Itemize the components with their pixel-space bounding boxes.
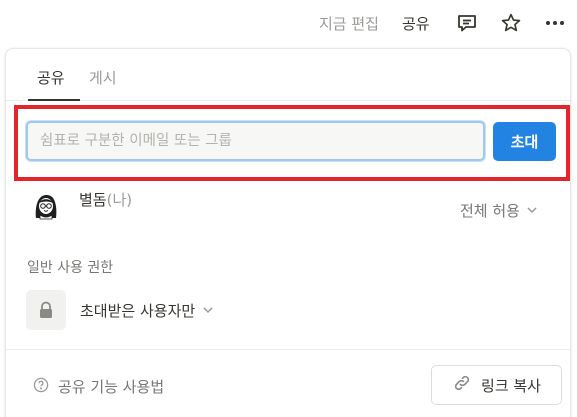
chevron-down-icon — [202, 302, 214, 320]
member-name: 별돔(나) — [79, 189, 132, 210]
more-icon[interactable] — [543, 11, 567, 35]
share-menu-button[interactable]: 공유 — [402, 13, 430, 34]
tab-publish[interactable]: 게시 — [89, 67, 117, 88]
active-tab-indicator — [28, 99, 80, 101]
share-tabs: 공유 게시 — [6, 49, 570, 101]
invite-button[interactable]: 초대 — [493, 122, 556, 161]
footer-divider — [6, 349, 570, 350]
last-edited-label: 지금 편집 — [319, 15, 379, 33]
member-permission-label: 전체 허용 — [460, 202, 520, 220]
help-icon — [33, 377, 49, 397]
copy-link-label: 링크 복사 — [481, 376, 541, 395]
lock-icon — [26, 290, 66, 330]
copy-link-button[interactable]: 링크 복사 — [431, 365, 562, 405]
general-access-label: 일반 사용 권한 — [27, 260, 114, 276]
member-name-text: 별돔 — [79, 191, 107, 209]
member-me-tag: (나) — [106, 191, 133, 209]
link-icon — [452, 373, 472, 397]
top-bar: 지금 편집 공유 — [0, 0, 577, 46]
tab-share[interactable]: 공유 — [37, 67, 65, 88]
avatar — [30, 189, 62, 221]
share-help-label: 공유 기능 사용법 — [58, 378, 165, 396]
share-panel: 공유 게시 초대 별돔(나) 전체 허용 일반 사용 권한 — [5, 48, 571, 417]
comment-icon[interactable] — [455, 11, 479, 35]
member-permission-dropdown[interactable]: 전체 허용 — [460, 200, 538, 221]
general-access-dropdown[interactable]: 초대받은 사용자만 — [80, 300, 214, 321]
star-icon[interactable] — [499, 11, 523, 35]
share-help-link[interactable]: 공유 기능 사용법 — [33, 376, 164, 397]
chevron-down-icon — [526, 202, 538, 220]
invite-email-input[interactable] — [26, 121, 485, 161]
general-access-value: 초대받은 사용자만 — [80, 302, 196, 320]
